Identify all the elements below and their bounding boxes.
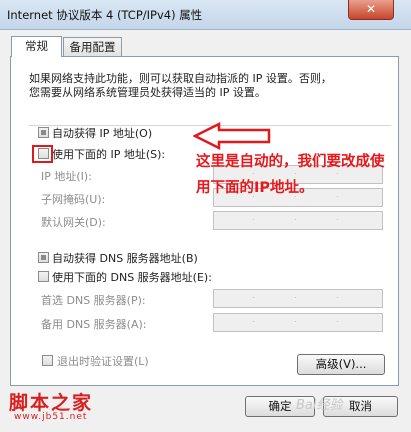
annotation-arrow-icon bbox=[193, 122, 271, 151]
manual-dns-label: 使用下面的 DNS 服务器地址(E): bbox=[52, 271, 212, 284]
tab-general[interactable]: 常规 bbox=[11, 36, 62, 57]
close-icon: ✕ bbox=[365, 2, 377, 16]
tab-alternate-config[interactable]: 备用配置 bbox=[63, 37, 122, 56]
window-title: Internet 协议版本 4 (TCP/IPv4) 属性 bbox=[7, 8, 203, 22]
validate-on-exit-label: 退出时验证设置(L) bbox=[57, 355, 149, 368]
description-line-2: 您需要从网络系统管理员处获得适当的 IP 设置。 bbox=[29, 86, 266, 99]
auto-ip-radio[interactable] bbox=[38, 127, 49, 138]
title-bar: Internet 协议版本 4 (TCP/IPv4) 属性 ✕ bbox=[0, 0, 411, 30]
default-gateway-input[interactable]: ... bbox=[213, 211, 383, 230]
tab-alternate-config-label: 备用配置 bbox=[69, 40, 116, 54]
general-tab-panel: 如果网络支持此功能，则可以获取自动指派的 IP 设置。否则， 您需要从网络系统管… bbox=[10, 56, 399, 386]
watermark-logo: 脚本之家 bbox=[9, 392, 94, 414]
alternate-dns-input[interactable]: ... bbox=[213, 313, 383, 332]
close-button[interactable]: ✕ bbox=[348, 0, 394, 20]
alternate-dns-label: 备用 DNS 服务器(A): bbox=[41, 318, 147, 331]
tab-general-label: 常规 bbox=[25, 39, 48, 53]
annotation-highlight-box bbox=[32, 145, 53, 163]
advanced-button[interactable]: 高级(V)... bbox=[297, 354, 385, 375]
annotation-line-2: 用下面的IP地址。 bbox=[196, 180, 314, 196]
validate-on-exit-checkbox[interactable] bbox=[42, 355, 53, 366]
auto-dns-radio[interactable] bbox=[38, 252, 49, 263]
preferred-dns-input[interactable]: ... bbox=[213, 289, 383, 308]
annotation-line-1: 这里是自动的，我们要改成使 bbox=[196, 154, 385, 170]
watermark-url: www.jb51.net bbox=[14, 412, 88, 422]
ok-button-label: 确定 bbox=[268, 399, 292, 413]
auto-dns-label: 自动获得 DNS 服务器地址(B) bbox=[52, 252, 198, 265]
default-gateway-label: 默认网关(D): bbox=[41, 216, 106, 229]
ip-address-label: IP 地址(I): bbox=[41, 170, 92, 183]
preferred-dns-label: 首选 DNS 服务器(P): bbox=[41, 294, 146, 307]
manual-dns-radio[interactable] bbox=[38, 271, 49, 282]
watermark-baidu: Bai经验 bbox=[296, 398, 343, 413]
cancel-button-label: 取消 bbox=[349, 399, 372, 413]
manual-ip-label: 使用下面的 IP 地址(S): bbox=[52, 148, 166, 161]
advanced-button-label: 高级(V)... bbox=[315, 357, 367, 371]
subnet-mask-label: 子网掩码(U): bbox=[41, 193, 106, 206]
auto-ip-label: 自动获得 IP 地址(O) bbox=[52, 127, 153, 140]
